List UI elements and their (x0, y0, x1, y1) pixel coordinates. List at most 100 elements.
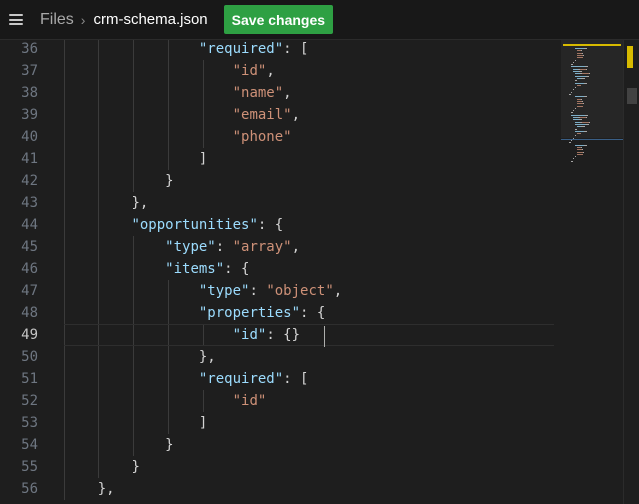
code-line[interactable]: 49 "id": {} (0, 324, 560, 346)
line-number: 55 (21, 459, 38, 475)
code-lines[interactable]: 36 "required": [37 "id", 38 "name", 39 "email"… (0, 40, 560, 500)
indent-guide (168, 324, 169, 346)
code-text: "type": "array", (165, 236, 300, 258)
minimap-line (586, 123, 589, 125)
line-number: 49 (21, 327, 38, 343)
indent-guide (168, 40, 169, 60)
minimap-line (575, 80, 577, 82)
line-number: 48 (21, 305, 38, 321)
code-line[interactable]: 44 "opportunities": { (0, 214, 560, 236)
code-line[interactable]: 53] (0, 412, 560, 434)
json-punctuation: }, (198, 349, 216, 365)
indent-guide (133, 148, 134, 170)
minimap-line (573, 89, 574, 91)
code-line[interactable]: 47 "type": "object", (0, 280, 560, 302)
code-line[interactable]: 37 "id", (0, 60, 560, 82)
code-line[interactable]: 46 "items": { (0, 258, 560, 280)
line-number: 50 (21, 349, 38, 365)
minimap-line (586, 75, 589, 77)
minimap-line (583, 151, 584, 153)
indent-guide (98, 126, 99, 148)
code-line[interactable]: 48 "properties": { (0, 302, 560, 324)
minimap-line (573, 61, 574, 63)
indent-guide (133, 170, 134, 192)
indent-guide (133, 280, 134, 302)
minimap-line (575, 87, 576, 89)
indent-guide (64, 82, 65, 104)
minimap-line (584, 82, 587, 84)
line-number: 38 (21, 85, 38, 101)
minimap-line (577, 105, 583, 107)
code-line[interactable]: 39 "email", (0, 104, 560, 126)
line-number: 46 (21, 261, 38, 277)
code-line[interactable]: 54} (0, 434, 560, 456)
line-number: 54 (21, 437, 38, 453)
indent-guide (64, 236, 65, 258)
code-text: "id", (233, 60, 275, 82)
code-text: "required": [ (199, 40, 309, 60)
code-line[interactable]: 56}, (0, 478, 560, 500)
line-number: 39 (21, 107, 38, 123)
code-text: } (165, 170, 173, 192)
hamburger-menu-icon[interactable] (9, 14, 23, 25)
code-line[interactable]: 50}, (0, 346, 560, 368)
indent-guide (133, 236, 134, 258)
line-number: 53 (21, 415, 38, 431)
code-line[interactable]: 55} (0, 456, 560, 478)
minimap[interactable] (561, 40, 623, 504)
indent-guide (133, 258, 134, 280)
code-line[interactable]: 41] (0, 148, 560, 170)
json-punctuation: } (165, 437, 174, 453)
code-text: "properties": { (199, 302, 325, 324)
minimap-line (577, 57, 583, 59)
indent-guide (133, 346, 134, 368)
json-key: "items" (165, 261, 225, 277)
code-line[interactable]: 42} (0, 170, 560, 192)
minimap-line (581, 146, 582, 148)
breadcrumb-file-name: crm-schema.json (93, 11, 208, 28)
code-text: } (165, 434, 173, 456)
code-text: }, (131, 192, 148, 214)
indent-guide (98, 148, 99, 170)
indent-guide (133, 104, 134, 126)
code-line[interactable]: 43}, (0, 192, 560, 214)
vertical-scrollbar[interactable] (623, 40, 639, 504)
code-line[interactable]: 40 "phone" (0, 126, 560, 148)
minimap-line (577, 84, 581, 86)
code-line[interactable]: 36 "required": [ (0, 40, 560, 60)
breadcrumb-files[interactable]: Files (40, 11, 74, 29)
indent-guide (64, 324, 65, 346)
code-line[interactable]: 52 "id" (0, 390, 560, 412)
code-line[interactable]: 51 "required": [ (0, 368, 560, 390)
minimap-line (584, 130, 587, 132)
minimap-line (582, 100, 583, 102)
indent-guide (98, 302, 99, 324)
json-punctuation: , (283, 85, 292, 101)
indent-guide (64, 104, 65, 126)
indent-guide (98, 40, 99, 60)
indent-guide (64, 390, 65, 412)
minimap-line (575, 144, 584, 146)
minimap-line (575, 107, 576, 109)
json-key: "opportunities" (131, 217, 258, 233)
code-editor[interactable]: 36 "required": [37 "id", 38 "name", 39 "email"… (0, 40, 639, 504)
code-line[interactable]: 38 "name", (0, 82, 560, 104)
json-key: "type" (198, 283, 250, 299)
indent-guide (168, 148, 169, 170)
minimap-line (589, 121, 590, 123)
minimap-viewport[interactable] (561, 40, 623, 138)
code-line[interactable]: 45 "type": "array", (0, 236, 560, 258)
indent-guide (64, 302, 65, 324)
scrollbar-thumb[interactable] (627, 88, 637, 104)
indent-guide (64, 40, 65, 60)
minimap-line (585, 114, 588, 116)
minimap-line (569, 142, 571, 144)
save-changes-button[interactable]: Save changes (223, 5, 334, 34)
minimap-line (581, 77, 585, 79)
indent-guide (203, 82, 204, 104)
minimap-line (575, 128, 577, 130)
json-punctuation: : { (257, 217, 284, 233)
json-string: "id" (232, 393, 267, 409)
minimap-line (582, 73, 589, 75)
indent-guide (98, 192, 99, 214)
